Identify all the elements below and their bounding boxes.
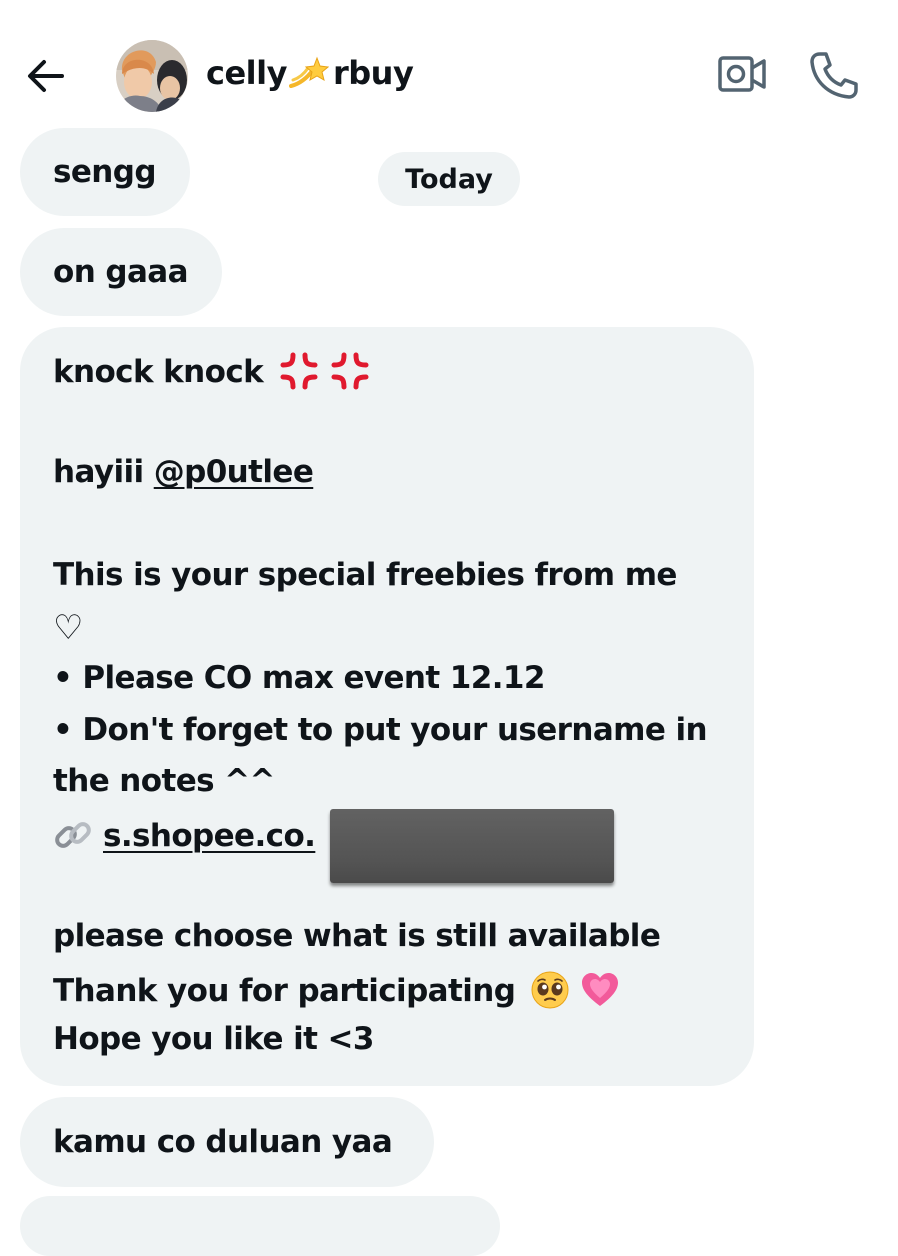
message-bubble[interactable]: sengg	[20, 128, 190, 216]
anger-symbol-emoji-icon	[330, 351, 370, 391]
message-bubble[interactable]: kamu co duluan yaa	[20, 1097, 434, 1187]
date-divider: Today	[378, 152, 520, 206]
message-text: kamu co duluan yaa	[53, 1124, 393, 1160]
phone-icon	[810, 52, 858, 99]
dizzy-star-emoji-icon	[288, 56, 330, 90]
voice-call-button[interactable]	[806, 50, 860, 100]
message-line: the notes ^^	[53, 763, 276, 799]
message-line: This is your special freebies from me	[53, 557, 677, 593]
conversation-header: celly rbuy	[0, 0, 898, 124]
video-camera-icon	[718, 56, 766, 92]
message-bubble-partial[interactable]	[20, 1196, 500, 1256]
growing-heart-emoji-icon	[580, 970, 620, 1010]
avatar[interactable]	[116, 40, 188, 112]
link-chain-emoji-icon	[53, 815, 93, 855]
message-line: • Don't forget to put your username in	[53, 712, 708, 748]
message-line: • Please CO max event 12.12	[53, 660, 545, 696]
message-line: hayiii @p0utlee	[53, 454, 314, 490]
message-line: knock knock	[53, 351, 370, 391]
message-bubble-long[interactable]: knock knock hayiii @p0utlee This is your…	[20, 327, 754, 1086]
heart-outline-text: ♡	[53, 608, 83, 648]
shopee-link[interactable]: s.shopee.co.	[103, 818, 316, 854]
video-call-button[interactable]	[716, 54, 768, 94]
redaction-box	[330, 809, 614, 883]
message-text: on gaaa	[53, 254, 189, 290]
message-bubble[interactable]: on gaaa	[20, 228, 222, 316]
message-line: s.shopee.co.	[53, 815, 316, 855]
contact-name[interactable]: celly rbuy	[206, 54, 414, 92]
message-line: Thank you for participating	[53, 970, 620, 1010]
back-button[interactable]	[22, 52, 70, 100]
contact-name-first: celly	[206, 54, 287, 92]
pleading-face-emoji-icon	[530, 970, 570, 1010]
arrow-left-icon	[28, 60, 64, 92]
contact-name-second: rbuy	[332, 54, 414, 92]
message-line: Hope you like it <3	[53, 1021, 374, 1057]
anger-symbol-emoji-icon	[279, 351, 319, 391]
user-mention-link[interactable]: @p0utlee	[154, 454, 314, 490]
message-text: sengg	[53, 154, 157, 190]
message-line: please choose what is still available	[53, 918, 661, 954]
